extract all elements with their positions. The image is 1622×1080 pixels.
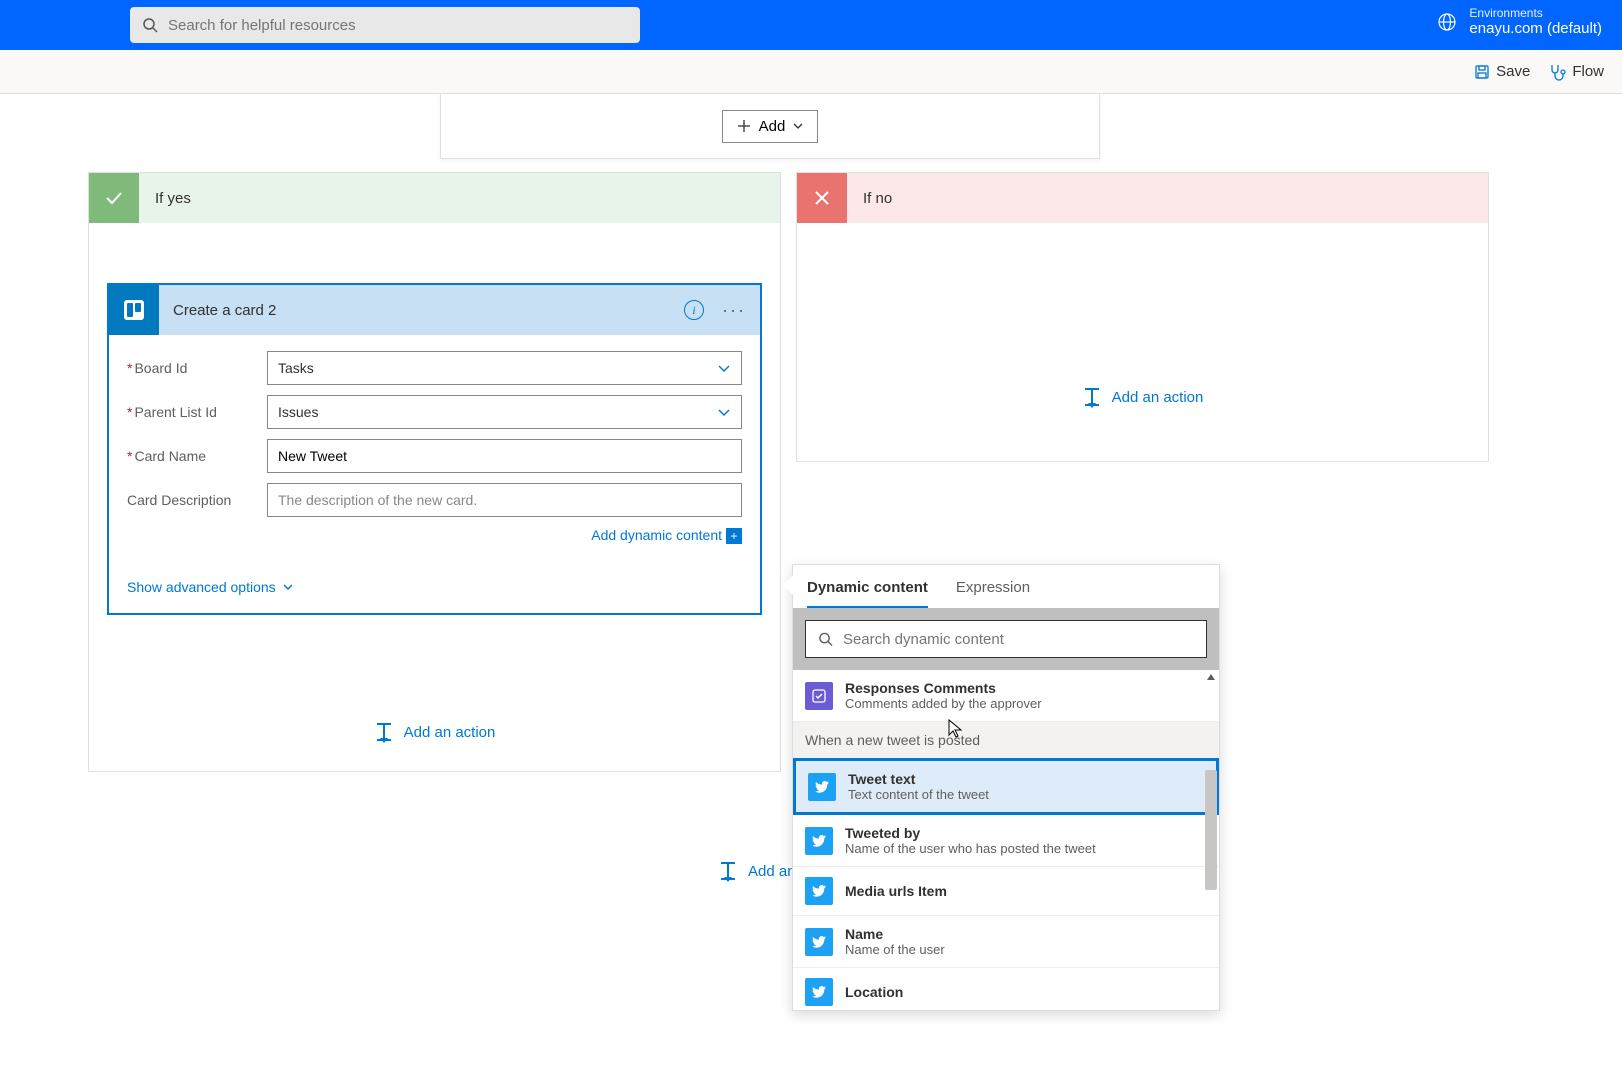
dynamic-search-input[interactable] [843, 631, 1194, 648]
flow-checker-button[interactable]: Flow [1548, 63, 1604, 81]
dynamic-item-tweeted-by[interactable]: Tweeted byName of the user who has poste… [793, 815, 1219, 867]
scrollbar-thumb[interactable] [1205, 770, 1217, 890]
twitter-icon [808, 773, 836, 801]
close-icon [812, 188, 832, 208]
info-icon[interactable]: i [684, 300, 704, 320]
chevron-down-icon [717, 361, 731, 375]
environment-label: Environments [1469, 6, 1602, 20]
approvals-icon [805, 682, 833, 710]
tab-expression[interactable]: Expression [956, 579, 1030, 608]
insert-step-icon [374, 723, 394, 741]
parent-list-select[interactable]: Issues [267, 395, 742, 429]
card-desc-label: Card Description [127, 492, 267, 508]
dynamic-item-responses-comments[interactable]: Responses CommentsComments added by the … [793, 670, 1219, 722]
condition-add-box: Add [440, 94, 1100, 159]
card-name-input[interactable] [267, 439, 742, 473]
globe-icon [1437, 12, 1457, 32]
action-body: *Board Id Tasks *Parent List Id Issues *… [109, 335, 760, 561]
more-menu-icon[interactable]: ··· [722, 300, 746, 321]
add-dynamic-content-link[interactable]: Add dynamic content+ [591, 527, 742, 543]
search-icon [142, 17, 158, 33]
add-action-yes[interactable]: Add an action [89, 723, 780, 741]
if-no-title: If no [863, 190, 892, 207]
global-search-box[interactable] [130, 7, 640, 43]
add-condition-button[interactable]: Add [722, 110, 819, 143]
dynamic-item-name[interactable]: NameName of the user [793, 916, 1219, 968]
if-yes-header[interactable]: If yes [89, 173, 780, 223]
action-header[interactable]: Create a card 2 i ··· [109, 285, 760, 335]
dynamic-content-list[interactable]: Responses CommentsComments added by the … [793, 670, 1219, 1010]
dynamic-content-panel: Dynamic content Expression Responses Com… [792, 564, 1220, 1011]
dynamic-item-media-urls-item[interactable]: Media urls Item [793, 867, 1219, 916]
dynamic-search-box[interactable] [805, 620, 1207, 658]
action-title: Create a card 2 [173, 302, 684, 319]
global-search-input[interactable] [168, 17, 628, 34]
board-id-select[interactable]: Tasks [267, 351, 742, 385]
panel-pointer [783, 575, 793, 595]
dynamic-item-tweet-text[interactable]: Tweet textText content of the tweet [793, 758, 1219, 815]
insert-step-icon [718, 862, 738, 880]
twitter-icon [805, 827, 833, 855]
show-advanced-options[interactable]: Show advanced options [127, 579, 742, 595]
tab-dynamic-content[interactable]: Dynamic content [807, 579, 928, 608]
save-icon [1474, 64, 1490, 80]
board-id-label: *Board Id [127, 360, 267, 376]
parent-list-label: *Parent List Id [127, 404, 267, 420]
command-bar: Save Flow [0, 50, 1622, 94]
dynamic-item-location[interactable]: Location [793, 968, 1219, 1010]
plus-square-icon: + [726, 528, 742, 544]
chevron-down-icon [282, 581, 294, 593]
environment-picker[interactable]: Environments enayu.com (default) [1437, 6, 1602, 37]
stethoscope-icon [1548, 63, 1566, 81]
top-bar: Environments enayu.com (default) [0, 0, 1622, 50]
if-yes-title: If yes [155, 190, 191, 207]
twitter-icon [805, 877, 833, 905]
environment-name: enayu.com (default) [1469, 20, 1602, 37]
trello-create-card-action: Create a card 2 i ··· *Board Id Tasks *P… [107, 283, 762, 615]
if-yes-branch: If yes Create a card 2 i ··· *Board Id T… [88, 172, 781, 772]
scroll-up-arrow[interactable] [1205, 670, 1217, 684]
search-icon [818, 631, 833, 647]
save-button[interactable]: Save [1474, 63, 1530, 80]
insert-step-icon [1082, 388, 1102, 406]
card-desc-input[interactable] [267, 483, 742, 517]
chevron-down-icon [793, 121, 803, 131]
trello-icon [109, 285, 159, 335]
add-action-no[interactable]: Add an action [797, 388, 1488, 406]
dynamic-section-trigger: When a new tweet is posted [793, 722, 1219, 758]
twitter-icon [805, 928, 833, 956]
check-icon-box [89, 173, 139, 223]
card-name-label: *Card Name [127, 448, 267, 464]
if-no-header[interactable]: If no [797, 173, 1488, 223]
if-no-branch: If no Add an action [796, 172, 1489, 462]
plus-icon [737, 119, 751, 133]
close-icon-box [797, 173, 847, 223]
chevron-down-icon [717, 405, 731, 419]
check-icon [103, 187, 125, 209]
twitter-icon [805, 978, 833, 1006]
